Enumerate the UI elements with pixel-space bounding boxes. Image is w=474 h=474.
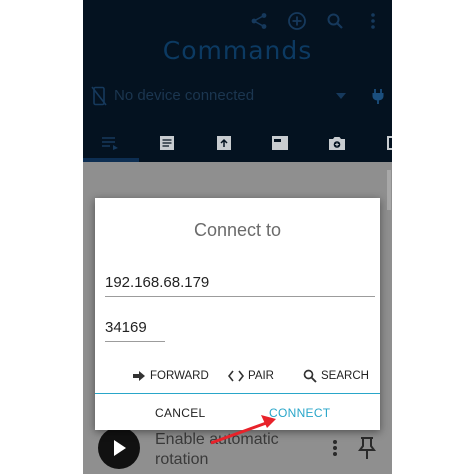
port-field[interactable]: 34169 (105, 319, 147, 336)
scrollbar[interactable] (387, 170, 391, 210)
plug-icon[interactable] (368, 86, 388, 106)
search-button[interactable]: SEARCH (303, 368, 369, 384)
tab-browser-icon[interactable] (270, 133, 290, 153)
dropdown-arrow-icon[interactable] (335, 90, 347, 102)
port-underline (105, 341, 165, 342)
add-circle-icon[interactable] (286, 10, 308, 32)
tab-partial-icon[interactable] (384, 133, 392, 153)
forward-label: FORWARD (150, 370, 209, 382)
device-selector[interactable]: No device connected (83, 82, 392, 110)
tab-document-icon[interactable] (157, 133, 177, 153)
device-status-text: No device connected (114, 87, 255, 104)
app-bar: Commands No device connected (83, 0, 392, 162)
more-vert-icon[interactable] (362, 10, 384, 32)
tab-bar (83, 124, 392, 162)
device-off-icon (89, 86, 109, 106)
ip-address-underline (105, 296, 375, 297)
play-button[interactable] (98, 427, 140, 469)
dialog-divider (95, 393, 380, 394)
tab-list-icon[interactable] (99, 134, 121, 152)
code-icon (228, 370, 244, 382)
share-icon[interactable] (248, 10, 270, 32)
connect-dialog: Connect to 192.168.68.179 34169 FORWARD … (95, 198, 380, 430)
arrow-right-icon (133, 371, 145, 381)
pair-button[interactable]: PAIR (228, 368, 274, 384)
search-icon[interactable] (324, 10, 346, 32)
pair-label: PAIR (248, 370, 274, 382)
pin-icon[interactable] (355, 434, 379, 462)
app-title: Commands (162, 36, 313, 65)
phone-screen: Commands No device connected Enable auto… (83, 0, 392, 474)
dialog-title: Connect to (193, 220, 282, 240)
forward-button[interactable]: FORWARD (132, 368, 209, 384)
tab-camera-add-icon[interactable] (327, 133, 347, 153)
tab-upload-box-icon[interactable] (214, 133, 234, 153)
command-title: Enable automatic rotation (155, 431, 279, 468)
cancel-button[interactable]: CANCEL (155, 406, 205, 420)
connect-button[interactable]: CONNECT (269, 406, 330, 420)
ip-address-field[interactable]: 192.168.68.179 (105, 274, 209, 291)
search-icon (303, 369, 317, 383)
more-vert-icon[interactable] (327, 436, 343, 460)
search-label: SEARCH (321, 370, 369, 382)
